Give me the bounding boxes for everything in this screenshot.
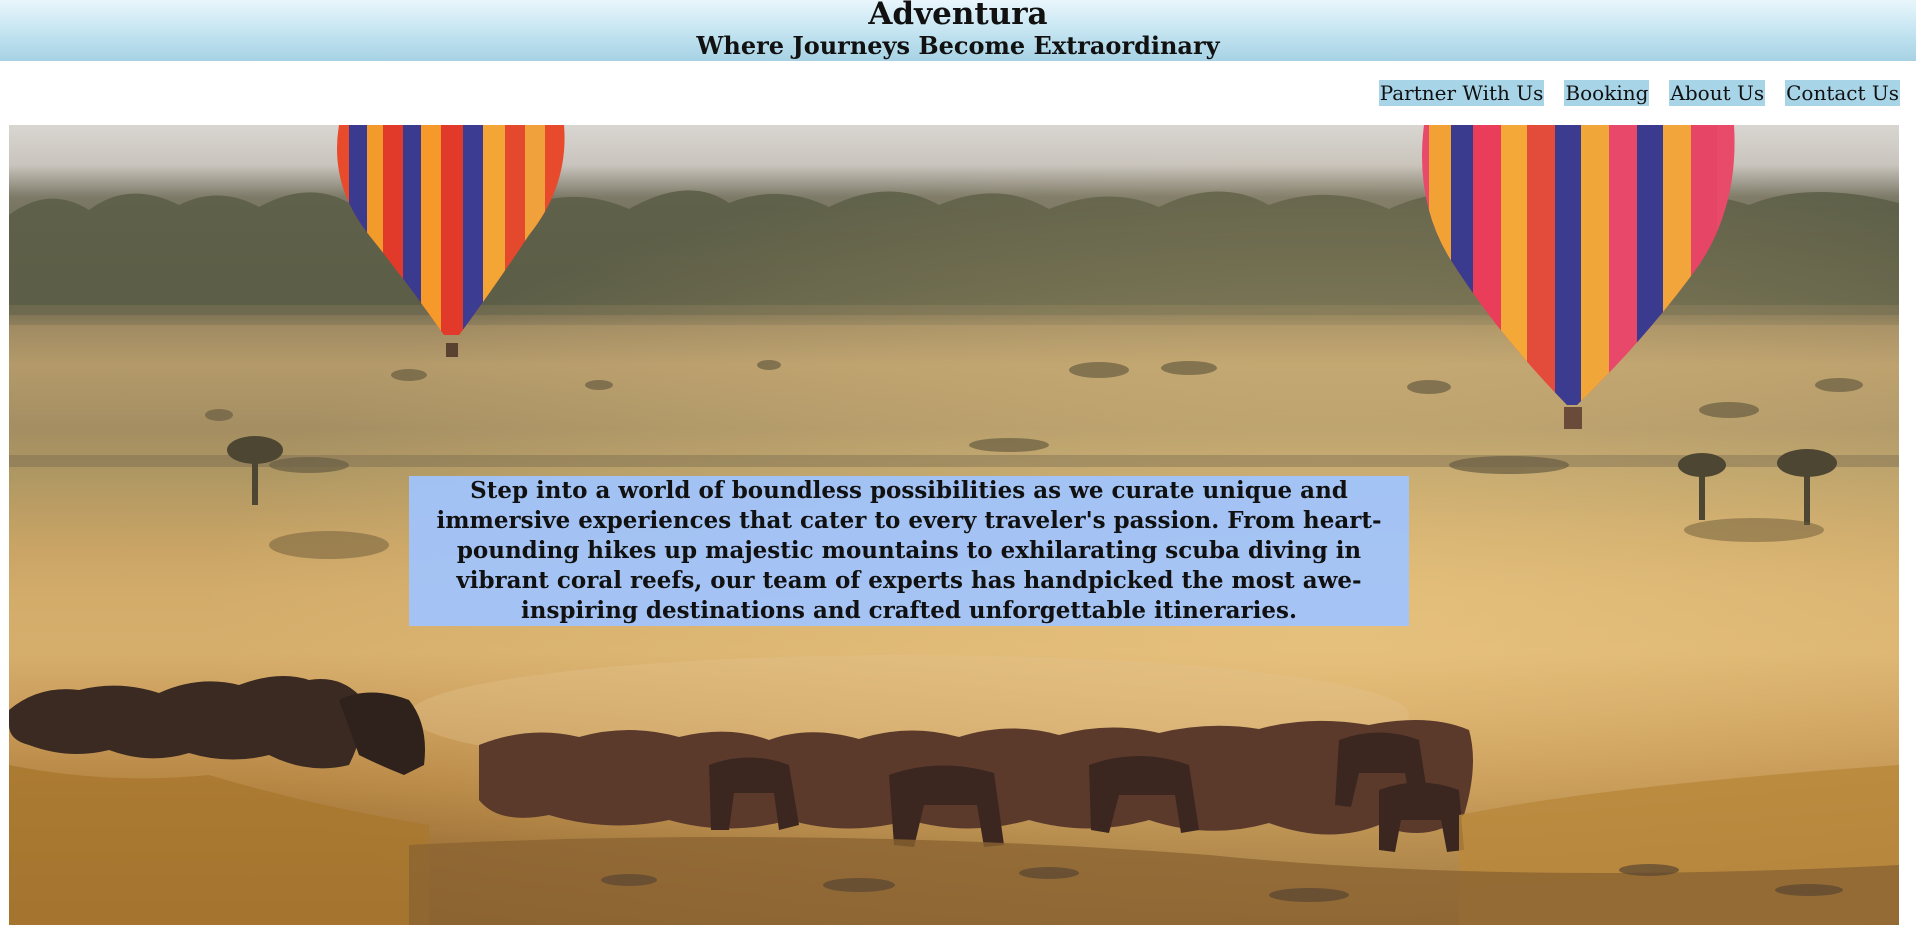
nav-link-about-us[interactable]: About Us [1669,80,1766,106]
site-title: Adventura [868,0,1048,32]
main-nav: Partner With Us Booking About Us Contact… [1378,80,1900,106]
hero-banner: Step into a world of boundless possibili… [9,125,1899,925]
site-tagline: Where Journeys Become Extraordinary [696,31,1220,60]
nav-link-booking[interactable]: Booking [1564,80,1650,106]
site-header: Adventura Where Journeys Become Extraord… [0,0,1916,61]
nav-link-contact-us[interactable]: Contact Us [1785,80,1900,106]
nav-link-partner-with-us[interactable]: Partner With Us [1378,80,1545,106]
hero-description: Step into a world of boundless possibili… [409,476,1409,626]
